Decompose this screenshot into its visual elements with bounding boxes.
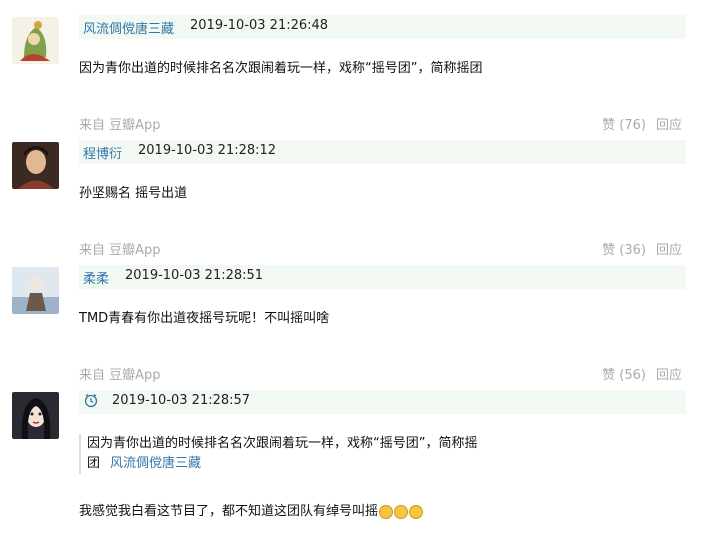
quoted-author-link[interactable]: 风流倜傥唐三藏 — [110, 456, 201, 471]
timestamp: 2019-10-03 21:28:57 — [112, 393, 251, 408]
comment-text: 孙坚赐名 摇号出道 — [79, 186, 188, 201]
avatar[interactable] — [12, 267, 59, 314]
avatar[interactable] — [12, 17, 59, 64]
quoted-text: 团 — [87, 456, 101, 471]
comment-header: 程博衍 2019-10-03 21:28:12 — [79, 140, 686, 164]
vote-button[interactable]: 赞 (56) — [602, 368, 646, 383]
author-link[interactable]: 柔柔 — [83, 268, 109, 287]
comment-text: 我感觉我白看这节目了，都不知道这团队有绰号叫摇 — [79, 500, 424, 519]
avatar[interactable] — [12, 392, 59, 439]
comment-text: 因为青你出道的时候排名名次跟闹着玩一样，戏称“摇号团”，简称摇团 — [79, 61, 483, 76]
comment-text-content: 我感觉我白看这节目了，都不知道这团队有绰号叫摇 — [79, 504, 379, 519]
avatar[interactable] — [12, 142, 59, 189]
reply-button[interactable]: 回应 — [656, 243, 682, 258]
comment-header: 风流倜傥唐三藏 2019-10-03 21:26:48 — [79, 15, 686, 39]
timestamp: 2019-10-03 21:26:48 — [190, 18, 329, 33]
quoted-text: 因为青你出道的时候排名名次跟闹着玩一样，戏称“摇号团”，简称摇 — [87, 436, 478, 451]
laugh-emoji-icon — [379, 504, 394, 519]
reply-button[interactable]: 回应 — [656, 118, 682, 133]
comment-footer: 来自 豆瓣App 赞 (36) 回应 — [79, 239, 686, 258]
comment-footer: 来自 豆瓣App 赞 (76) 回应 — [79, 114, 686, 133]
vote-button[interactable]: 赞 (76) — [602, 118, 646, 133]
source-label: 来自 豆瓣App — [79, 243, 161, 258]
reply-button[interactable]: 回应 — [656, 368, 682, 383]
quoted-comment: 因为青你出道的时候排名名次跟闹着玩一样，戏称“摇号团”，简称摇 团风流倜傥唐三藏 — [79, 434, 507, 474]
comment-footer: 来自 豆瓣App 赞 (56) 回应 — [79, 364, 686, 383]
laugh-emoji-icon — [394, 504, 409, 519]
author-link[interactable]: 程博衍 — [83, 143, 122, 162]
timestamp: 2019-10-03 21:28:12 — [138, 143, 277, 158]
author-link[interactable]: 风流倜傥唐三藏 — [83, 18, 174, 37]
timestamp: 2019-10-03 21:28:51 — [125, 268, 264, 283]
source-label: 来自 豆瓣App — [79, 118, 161, 133]
clock-icon — [84, 394, 98, 408]
comment-header: 柔柔 2019-10-03 21:28:51 — [79, 265, 686, 289]
comment-text: TMD青春有你出道夜摇号玩呢！不叫摇叫啥 — [79, 311, 330, 326]
laugh-emoji-icon — [409, 504, 424, 519]
source-label: 来自 豆瓣App — [79, 368, 161, 383]
vote-button[interactable]: 赞 (36) — [602, 243, 646, 258]
comment-header: 2019-10-03 21:28:57 — [79, 390, 686, 414]
